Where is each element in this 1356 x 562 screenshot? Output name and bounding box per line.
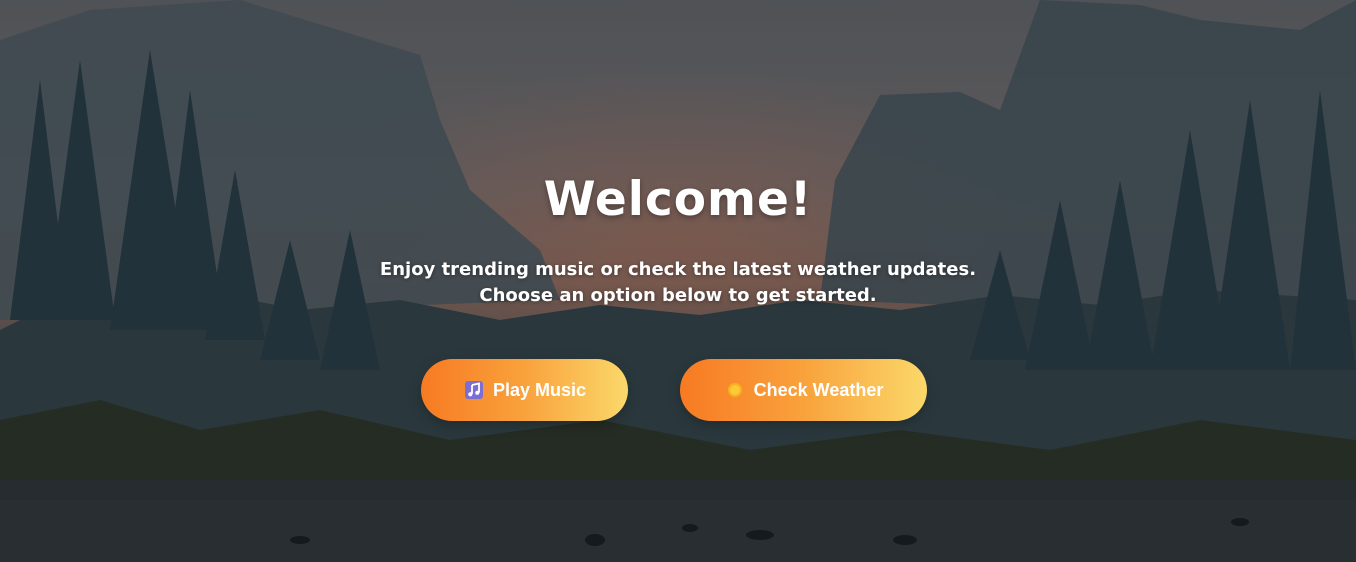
check-weather-label: Check Weather xyxy=(753,379,884,400)
subtitle-line-1: Enjoy trending music or check the latest… xyxy=(379,259,977,280)
play-music-button[interactable]: Play Music xyxy=(421,359,628,421)
check-weather-button[interactable]: Check Weather xyxy=(680,359,927,421)
sun-icon xyxy=(724,379,746,401)
music-note-icon xyxy=(463,379,485,401)
play-music-label: Play Music xyxy=(492,379,587,400)
hero-section: Welcome! Enjoy trending music or check t… xyxy=(0,0,1356,562)
hero-content: Welcome! Enjoy trending music or check t… xyxy=(0,0,1356,562)
subtitle-line-2: Choose an option below to get started. xyxy=(479,285,877,306)
subtitle: Enjoy trending music or check the latest… xyxy=(0,257,1356,309)
page-title: Welcome! xyxy=(543,172,813,227)
